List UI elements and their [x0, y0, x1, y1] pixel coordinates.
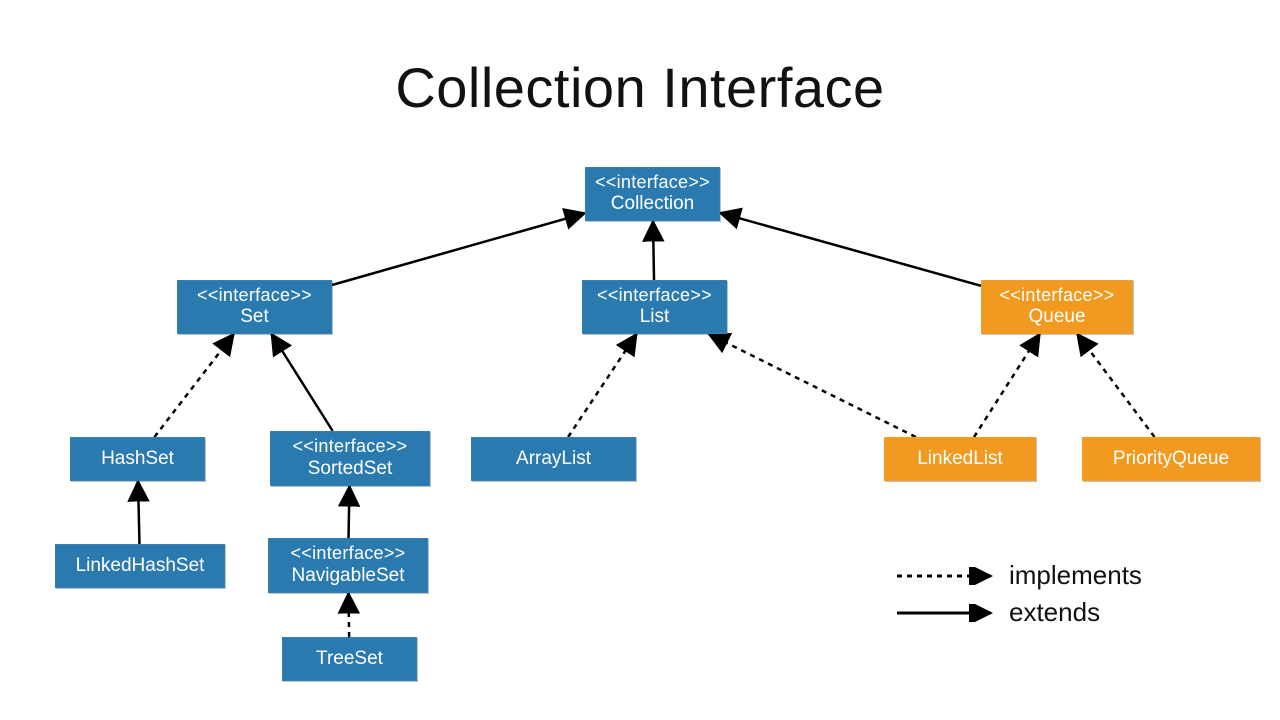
node-label: ArrayList [516, 448, 591, 471]
legend-extends-label: extends [1009, 597, 1100, 628]
node-linkedhashset: LinkedHashSet [55, 544, 225, 588]
stereotype-label: <<interface>> [291, 543, 406, 565]
node-label: Collection [611, 193, 694, 216]
node-label: LinkedList [917, 448, 1003, 471]
node-arraylist: ArrayList [471, 437, 636, 481]
node-label: Queue [1028, 306, 1085, 329]
node-label: Set [240, 306, 269, 329]
legend-implements: implements [895, 560, 1142, 591]
node-treeset: TreeSet [282, 637, 417, 681]
edge-treeset-to-navigableset [348, 593, 349, 637]
node-label: List [640, 306, 670, 329]
edge-list-to-collection [653, 221, 654, 280]
edge-linkedhashset-to-hashset [138, 481, 139, 544]
legend-extends: extends [895, 597, 1142, 628]
node-label: TreeSet [316, 648, 383, 671]
stereotype-label: <<interface>> [597, 285, 712, 307]
stereotype-label: <<interface>> [293, 436, 408, 458]
edge-linkedlist-to-queue [974, 334, 1040, 437]
node-priorityqueue: PriorityQueue [1082, 437, 1260, 481]
edge-priorityqueue-to-queue [1077, 334, 1154, 437]
node-navigableset: <<interface>>NavigableSet [268, 538, 428, 593]
edge-arraylist-to-list [568, 334, 636, 437]
node-label: PriorityQueue [1113, 448, 1229, 471]
edge-set-to-collection [332, 213, 585, 285]
diagram-canvas: Collection Interface <<interface>>Collec… [0, 0, 1280, 720]
node-set: <<interface>>Set [177, 280, 332, 334]
node-label: SortedSet [308, 458, 393, 481]
edge-queue-to-collection [720, 213, 981, 286]
node-label: HashSet [101, 448, 174, 471]
edge-linkedlist-to-list [709, 334, 916, 437]
stereotype-label: <<interface>> [595, 172, 710, 194]
node-label: NavigableSet [291, 565, 404, 588]
node-list: <<interface>>List [582, 280, 727, 334]
diagram-title: Collection Interface [0, 55, 1280, 120]
legend-implements-label: implements [1009, 560, 1142, 591]
stereotype-label: <<interface>> [197, 285, 312, 307]
edge-sortedset-to-set [272, 334, 333, 431]
legend: implements extends [895, 560, 1142, 634]
node-hashset: HashSet [70, 437, 205, 481]
node-queue: <<interface>>Queue [981, 280, 1133, 334]
edge-navigableset-to-sortedset [349, 486, 350, 538]
node-sortedset: <<interface>>SortedSet [270, 431, 430, 486]
node-label: LinkedHashSet [76, 555, 205, 578]
edge-hashset-to-set [154, 334, 233, 437]
node-collection: <<interface>>Collection [585, 167, 720, 221]
node-linkedlist: LinkedList [884, 437, 1036, 481]
stereotype-label: <<interface>> [1000, 285, 1115, 307]
